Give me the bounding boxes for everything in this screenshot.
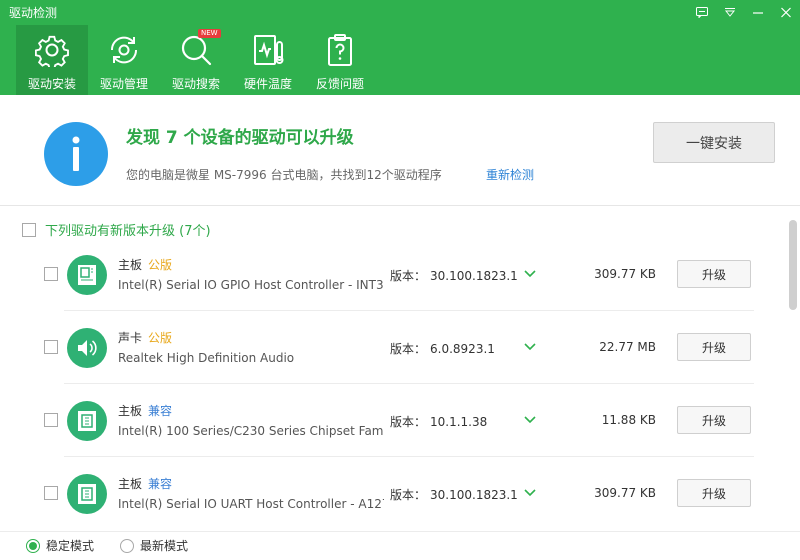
driver-row: 主板 兼容 Intel(R) 100 Series/C230 Series Chi…: [0, 384, 790, 457]
stable-mode-label: 稳定模式: [46, 539, 95, 553]
scrollbar-thumb[interactable]: [789, 220, 797, 310]
row-checkbox[interactable]: [44, 267, 58, 281]
row-version: 30.100.1823.1: [430, 488, 518, 502]
row-tag: 兼容: [148, 404, 173, 418]
recheck-link[interactable]: 重新检测: [486, 166, 534, 183]
feedback-window-button[interactable]: [688, 0, 716, 24]
info-icon: [44, 122, 108, 186]
mode-footer: 稳定模式 最新模式: [0, 531, 800, 560]
row-version: 6.0.8923.1: [430, 342, 495, 356]
driver-row: 主板 公版 Intel(R) Serial IO GPIO Host Contro…: [0, 238, 790, 311]
row-tag: 公版: [148, 331, 173, 345]
row-driver-name: Realtek High Definition Audio: [118, 351, 295, 365]
row-driver-name: Intel(R) Serial IO UART Host Controller …: [118, 497, 384, 511]
row-driver-name: Intel(R) Serial IO GPIO Host Controller …: [118, 278, 384, 292]
close-icon: [781, 7, 791, 17]
row-category: 主板: [118, 477, 143, 491]
upgrade-button[interactable]: 升级: [677, 479, 751, 507]
upgrade-button[interactable]: 升级: [677, 406, 751, 434]
list-header-label: 下列驱动有新版本升级 (7个): [45, 224, 211, 239]
chip-icon: [67, 401, 107, 441]
version-label: 版本：: [390, 342, 427, 356]
window-title: 驱动检测: [9, 6, 58, 20]
refresh-gear-icon: [106, 32, 142, 68]
speaker-icon: [67, 328, 107, 368]
close-button[interactable]: [772, 0, 800, 24]
version-label: 版本：: [390, 415, 427, 429]
tab-driver-search[interactable]: NEW 驱动搜索: [160, 25, 232, 95]
row-category: 主板: [118, 404, 143, 418]
driver-row: 声卡 公版 Realtek High Definition Audio 版本： 6.…: [0, 311, 790, 384]
row-tag: 公版: [148, 258, 173, 272]
tab-driver-install[interactable]: 驱动安装: [16, 25, 88, 95]
latest-mode-option[interactable]: 最新模式: [120, 537, 188, 554]
install-all-button[interactable]: 一键安装: [653, 122, 775, 163]
row-category: 主板: [118, 258, 143, 272]
row-version: 30.100.1823.1: [430, 269, 518, 283]
thermometer-icon: [250, 32, 286, 68]
upgrade-button[interactable]: 升级: [677, 260, 751, 288]
row-version: 10.1.1.38: [430, 415, 488, 429]
motherboard-icon: [67, 255, 107, 295]
latest-mode-radio[interactable]: [120, 538, 134, 553]
row-size: 309.77 KB: [594, 486, 656, 500]
row-checkbox[interactable]: [44, 413, 58, 427]
row-checkbox[interactable]: [44, 486, 58, 500]
minimize-icon: [753, 11, 763, 14]
tab-driver-manage[interactable]: 驱动管理: [88, 25, 160, 95]
version-label: 版本：: [390, 488, 427, 502]
row-checkbox[interactable]: [44, 340, 58, 354]
stable-mode-radio[interactable]: [26, 538, 40, 553]
chevron-down-icon[interactable]: [523, 339, 537, 353]
list-header: 下列驱动有新版本升级 (7个): [22, 220, 211, 239]
menu-window-button[interactable]: [716, 0, 744, 24]
row-size: 11.88 KB: [601, 413, 656, 427]
window-controls: [688, 0, 800, 24]
chevron-down-icon[interactable]: [523, 412, 537, 426]
version-label: 版本：: [390, 269, 427, 283]
summary-title: 发现 7 个设备的驱动可以升级: [126, 128, 354, 148]
search-icon: NEW: [178, 29, 221, 68]
stable-mode-option[interactable]: 稳定模式: [26, 537, 94, 554]
driver-row: 主板 兼容 Intel(R) Serial IO UART Host Contro…: [0, 457, 790, 530]
row-tag: 兼容: [148, 477, 173, 491]
row-driver-name: Intel(R) 100 Series/C230 Series Chipset …: [118, 424, 384, 438]
row-size: 309.77 KB: [594, 267, 656, 281]
chevron-down-icon[interactable]: [523, 485, 537, 499]
summary-subtitle: 您的电脑是微星 MS-7996 台式电脑，共找到12个驱动程序: [126, 168, 442, 182]
gear-icon: [34, 32, 70, 68]
row-size: 22.77 MB: [599, 340, 656, 354]
question-clipboard-icon: [322, 32, 358, 68]
latest-mode-label: 最新模式: [140, 539, 189, 553]
chat-icon: [696, 6, 708, 18]
minimize-button[interactable]: [744, 0, 772, 24]
app-header: 驱动检测 驱动安装 驱动管理 NEW 驱动搜索 硬件温度 反馈问题: [0, 0, 800, 95]
tab-feedback[interactable]: 反馈问题: [304, 25, 376, 95]
tab-hardware-temp[interactable]: 硬件温度: [232, 25, 304, 95]
upgrade-button[interactable]: 升级: [677, 333, 751, 361]
scan-summary: 发现 7 个设备的驱动可以升级 您的电脑是微星 MS-7996 台式电脑，共找到…: [0, 95, 800, 205]
chevron-down-icon[interactable]: [523, 266, 537, 280]
main-tabs: 驱动安装 驱动管理 NEW 驱动搜索 硬件温度 反馈问题: [16, 25, 376, 95]
chip-icon: [67, 474, 107, 514]
menu-dropdown-icon: [724, 7, 736, 17]
divider: [0, 205, 800, 206]
new-badge: NEW: [198, 29, 221, 38]
select-all-checkbox[interactable]: [22, 222, 36, 237]
row-category: 声卡: [118, 331, 143, 345]
